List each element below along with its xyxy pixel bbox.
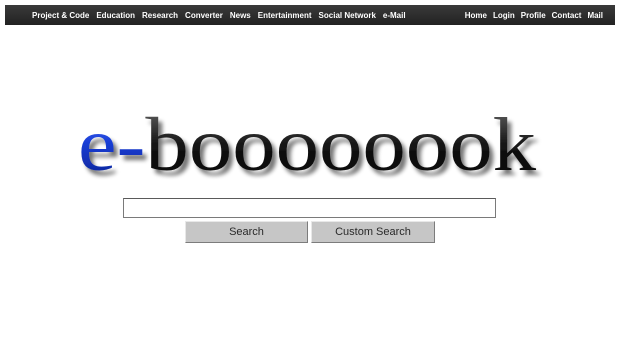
nav-link-news[interactable]: News [230,11,251,20]
search-button[interactable]: Search [185,221,308,243]
nav-link-project-code[interactable]: Project & Code [32,11,89,20]
nav-link-email[interactable]: e-Mail [383,11,406,20]
nav-link-login[interactable]: Login [493,11,515,20]
search-button-label: Search [229,226,264,238]
nav-left-group: Project & Code Education Research Conver… [32,5,413,25]
search-input[interactable] [123,198,496,218]
nav-link-converter[interactable]: Converter [185,11,223,20]
nav-link-social-network[interactable]: Social Network [319,11,376,20]
nav-link-entertainment[interactable]: Entertainment [258,11,312,20]
logo-suffix: boooooook [145,108,536,187]
nav-right-group: Home Login Profile Contact Mail [459,5,603,25]
site-logo: e-boooooook [0,108,620,188]
nav-link-education[interactable]: Education [96,11,135,20]
custom-search-button[interactable]: Custom Search [311,221,435,243]
nav-link-research[interactable]: Research [142,11,178,20]
nav-link-mail[interactable]: Mail [587,11,603,20]
nav-link-home[interactable]: Home [465,11,487,20]
nav-link-contact[interactable]: Contact [552,11,582,20]
custom-search-button-label: Custom Search [335,226,411,238]
nav-link-profile[interactable]: Profile [521,11,546,20]
logo-prefix: e- [78,108,145,187]
top-navigation-bar: Project & Code Education Research Conver… [5,5,615,25]
logo-text: e-boooooook [78,108,536,187]
logo-graphic: e-boooooook [78,108,536,187]
